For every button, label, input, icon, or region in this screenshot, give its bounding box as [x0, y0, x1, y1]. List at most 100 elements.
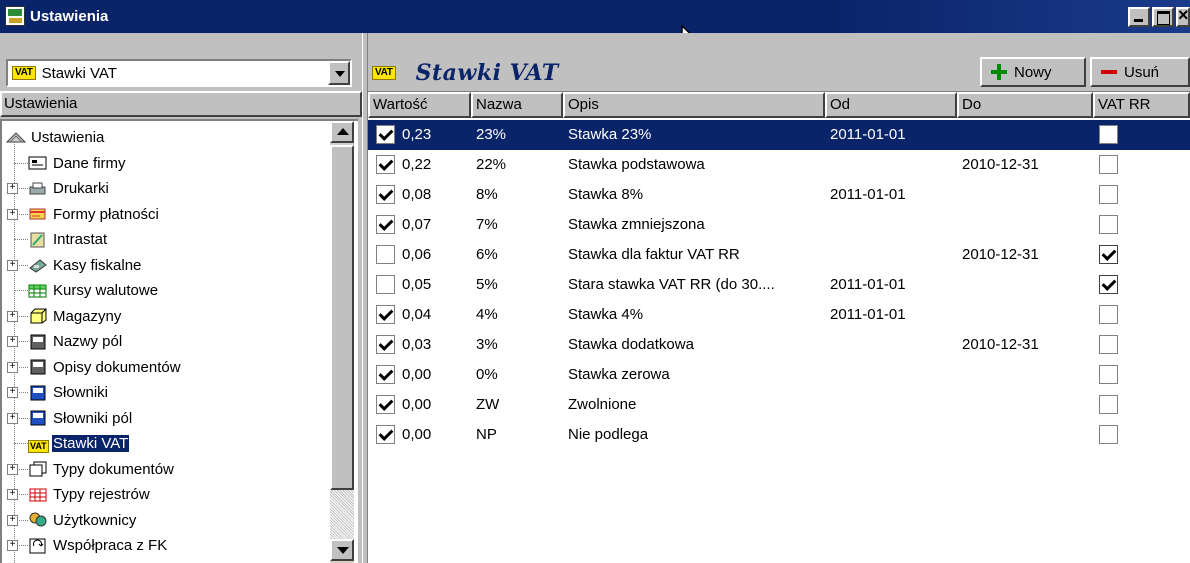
tree-item[interactable]: Ustawienia — [5, 125, 105, 150]
column-header-vat-rr[interactable]: VAT RR — [1093, 92, 1190, 118]
table-row[interactable]: 0,04 4% Stawka 4% 2011-01-01 — [368, 300, 1190, 330]
expand-icon[interactable]: + — [7, 183, 18, 194]
tree-item-label: Opisy dokumentów — [53, 358, 181, 376]
scroll-track[interactable] — [330, 490, 354, 539]
tree-item[interactable]: + Kasy fiskalne — [7, 253, 142, 278]
tree-item[interactable]: + Opisy dokumentów — [7, 355, 182, 380]
panel-title: VAT Stawki VAT — [368, 59, 559, 87]
vat-rr-checkbox[interactable] — [1099, 305, 1118, 324]
vat-rr-checkbox[interactable] — [1099, 185, 1118, 204]
active-checkbox[interactable] — [376, 305, 395, 324]
active-checkbox[interactable] — [376, 125, 395, 144]
expand-icon[interactable]: + — [7, 336, 18, 347]
active-checkbox[interactable] — [376, 275, 395, 294]
vat-rr-checkbox[interactable] — [1099, 395, 1118, 414]
expand-icon[interactable]: + — [7, 514, 18, 526]
table-row[interactable]: 0,00 0% Stawka zerowa — [368, 360, 1190, 390]
table-row[interactable]: 0,07 7% Stawka zmniejszona — [368, 210, 1190, 240]
table-row[interactable]: 0,06 6% Stawka dla faktur VAT RR 2010-12-31 — [368, 240, 1190, 270]
active-checkbox[interactable] — [376, 395, 395, 414]
table-row[interactable]: 0,22 22% Stawka podstawowa 2010-12-31 — [368, 150, 1190, 180]
table-row[interactable]: 0,08 8% Stawka 8% 2011-01-01 — [368, 180, 1190, 210]
tree-item[interactable]: Intrastat — [14, 227, 108, 252]
active-checkbox[interactable] — [376, 215, 395, 234]
vat-rr-checkbox[interactable] — [1099, 245, 1118, 264]
tree-item[interactable]: + Słowniki — [7, 380, 109, 405]
vat-rr-checkbox[interactable] — [1099, 155, 1118, 174]
expand-icon[interactable]: + — [7, 540, 18, 551]
tree-item[interactable]: + Magazyny — [7, 304, 122, 329]
expand-icon[interactable]: + — [7, 412, 18, 424]
tree-item[interactable]: + Słowniki pól — [7, 406, 133, 431]
active-checkbox[interactable] — [376, 245, 395, 264]
table-row[interactable]: 0,05 5% Stara stawka VAT RR (do 30.... 2011… — [368, 270, 1190, 300]
table-row[interactable]: 0,03 3% Stawka dodatkowa 2010-12-31 — [368, 330, 1190, 360]
column-header-name[interactable]: Nazwa — [471, 92, 563, 118]
minimize-button[interactable] — [1128, 7, 1150, 27]
scroll-thumb[interactable] — [330, 145, 354, 490]
table-row[interactable]: 0,00 ZW Zwolnione — [368, 390, 1190, 420]
vat-rr-checkbox[interactable] — [1099, 125, 1118, 144]
vat-icon: VAT — [12, 66, 36, 80]
delete-button[interactable]: Usuń — [1090, 57, 1190, 87]
section-combo[interactable]: VAT Stawki VAT — [6, 59, 352, 87]
new-button[interactable]: Nowy — [980, 57, 1086, 87]
cell-value: 0,06 — [402, 246, 432, 263]
cell-desc: Stawka dodatkowa — [568, 336, 694, 353]
active-checkbox[interactable] — [376, 425, 395, 444]
expand-icon[interactable]: + — [7, 208, 18, 220]
cell-desc: Stawka 23% — [568, 126, 652, 143]
expand-icon[interactable]: + — [7, 463, 18, 475]
title-bar[interactable]: Ustawienia — [0, 0, 1190, 33]
cell-desc: Stara stawka VAT RR (do 30.... — [568, 276, 775, 293]
tree-item[interactable]: VAT Stawki VAT — [14, 431, 130, 456]
tree-item[interactable]: + Nazwy pól — [7, 329, 123, 354]
cell-value: 0,03 — [402, 336, 432, 353]
cell-name: 4% — [476, 306, 498, 323]
tree-item[interactable]: + Formy płatności — [7, 202, 160, 227]
scroll-down-button[interactable] — [330, 539, 354, 561]
column-header-to[interactable]: Do — [957, 92, 1093, 118]
tree-item[interactable]: Dane firmy — [14, 151, 127, 176]
column-header-from[interactable]: Od — [825, 92, 957, 118]
column-header-value[interactable]: Wartość — [368, 92, 471, 118]
window-controls — [1128, 5, 1190, 27]
tree-item[interactable]: Kursy walutowe — [14, 278, 159, 303]
expand-icon[interactable]: + — [7, 361, 18, 373]
tree-item[interactable]: + Typy dokumentów — [7, 457, 175, 482]
vat-rr-checkbox[interactable] — [1099, 425, 1118, 444]
cell-value: 0,04 — [402, 306, 432, 323]
tree-item[interactable]: + Użytkownicy — [7, 508, 137, 533]
active-checkbox[interactable] — [376, 365, 395, 384]
cell-desc: Zwolnione — [568, 396, 637, 413]
vat-rr-checkbox[interactable] — [1099, 365, 1118, 384]
vat-rr-checkbox[interactable] — [1099, 335, 1118, 354]
expand-icon[interactable]: + — [7, 387, 18, 398]
tree-item[interactable]: + Typy rejestrów — [7, 482, 151, 507]
cell-desc: Nie podlega — [568, 426, 649, 443]
cell-desc: Stawka zmniejszona — [568, 216, 705, 233]
expand-icon[interactable]: + — [7, 310, 18, 322]
column-header-description[interactable]: Opis — [563, 92, 825, 118]
chevron-down-icon[interactable] — [328, 61, 350, 85]
active-checkbox[interactable] — [376, 335, 395, 354]
expand-icon[interactable]: + — [7, 259, 18, 271]
active-checkbox[interactable] — [376, 185, 395, 204]
tree-header[interactable]: Ustawienia — [0, 91, 362, 117]
scroll-up-button[interactable] — [330, 121, 354, 143]
toolbar: VAT Stawki VAT Nowy Usuń — [368, 33, 1190, 91]
table-row[interactable]: 0,23 23% Stawka 23% 2011-01-01 — [368, 120, 1190, 150]
close-button[interactable] — [1176, 5, 1190, 27]
tree-item[interactable]: + Drukarki — [7, 176, 110, 201]
maximize-button[interactable] — [1152, 7, 1174, 27]
active-checkbox[interactable] — [376, 155, 395, 174]
settings-tree: Ustawienia Dane firmy + Drukarki + Formy płat… — [0, 119, 358, 563]
tree-scrollbar[interactable] — [330, 121, 354, 563]
register-types-icon — [28, 487, 47, 503]
tree-item[interactable]: + Współpraca z FK — [7, 533, 168, 558]
table-row[interactable]: 0,00 NP Nie podlega — [368, 420, 1190, 450]
expand-icon[interactable]: + — [7, 489, 18, 500]
vat-rr-checkbox[interactable] — [1099, 215, 1118, 234]
tree-item-label: Magazyny — [53, 307, 122, 325]
vat-rr-checkbox[interactable] — [1099, 275, 1118, 294]
